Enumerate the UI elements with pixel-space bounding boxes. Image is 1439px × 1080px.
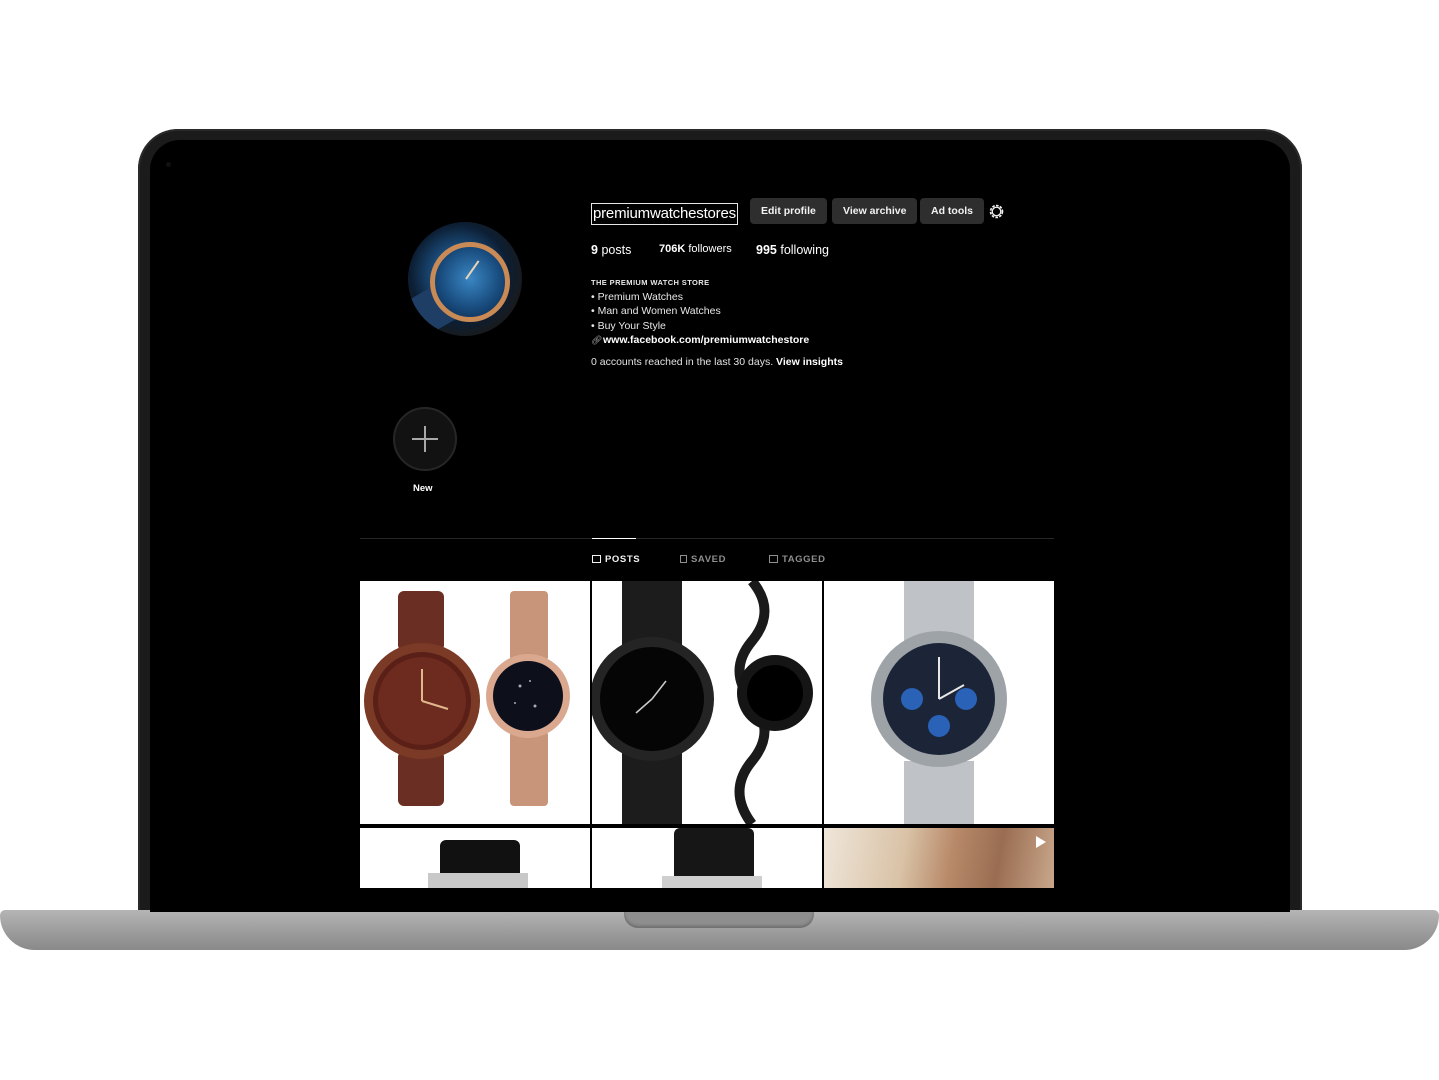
- bio-link[interactable]: www.facebook.com/premiumwatchestore: [603, 334, 809, 346]
- post-image-partial-watch: [428, 840, 528, 888]
- tab-saved[interactable]: SAVED: [680, 554, 726, 565]
- ad-tools-button[interactable]: Ad tools: [920, 198, 984, 224]
- insights-row: 0 accounts reached in the last 30 days. …: [591, 356, 843, 368]
- edit-profile-button[interactable]: Edit profile: [750, 198, 827, 224]
- post-thumbnail-reel[interactable]: [824, 828, 1054, 888]
- bio-line-1: • Premium Watches: [591, 291, 683, 304]
- post-image-chronograph: [871, 581, 1007, 824]
- tab-posts[interactable]: POSTS: [592, 554, 640, 565]
- post-thumbnail[interactable]: [360, 581, 590, 824]
- tab-tagged[interactable]: TAGGED: [769, 554, 826, 565]
- bio-line-2: • Man and Women Watches: [591, 305, 721, 318]
- stage: premiumwatchestores Edit profile View ar…: [0, 0, 1439, 1080]
- bio-line-3: • Buy Your Style: [591, 319, 666, 332]
- tag-icon: [769, 555, 778, 563]
- settings-gear-icon[interactable]: [988, 203, 1005, 220]
- post-thumbnail[interactable]: [592, 828, 822, 888]
- post-image-watch-pair: [364, 591, 570, 806]
- grid-icon: [592, 555, 601, 563]
- username: premiumwatchestores: [591, 203, 738, 225]
- camera-dot: [166, 162, 171, 167]
- profile-bio: The Premium Watch Store • Premium Watche…: [591, 276, 809, 347]
- insights-text: 0 accounts reached in the last 30 days.: [591, 356, 774, 368]
- posts-count: 9: [591, 243, 598, 257]
- posts-label: posts: [601, 243, 632, 257]
- tab-posts-label: POSTS: [605, 554, 641, 565]
- view-insights-link[interactable]: View insights: [776, 356, 843, 368]
- profile-avatar[interactable]: [408, 222, 522, 336]
- following-count: 995: [756, 243, 777, 257]
- tab-tagged-label: TAGGED: [782, 554, 826, 565]
- following-label: following: [780, 243, 829, 257]
- post-image-partial-watch: [662, 828, 762, 888]
- active-tab-indicator: [592, 538, 636, 539]
- post-thumbnail[interactable]: [824, 581, 1054, 824]
- followers-stat[interactable]: 706K followers: [659, 243, 732, 255]
- plus-icon-vertical: [424, 426, 426, 452]
- new-highlight-button[interactable]: [393, 407, 457, 471]
- tabs-divider: [360, 538, 1054, 539]
- view-archive-button[interactable]: View archive: [832, 198, 918, 224]
- followers-count: 706K: [659, 243, 686, 255]
- reel-play-icon: [1036, 836, 1046, 848]
- new-highlight-label: New: [413, 483, 433, 494]
- followers-label: followers: [688, 243, 732, 255]
- avatar-watch-case: [430, 242, 510, 322]
- tab-saved-label: SAVED: [691, 554, 727, 565]
- bio-link-row[interactable]: 🔗︎www.facebook.com/premiumwatchestore: [591, 333, 809, 347]
- laptop-notch: [624, 910, 814, 928]
- post-image-black-watches: [592, 581, 813, 824]
- link-icon: 🔗︎: [591, 334, 603, 345]
- laptop-screen: premiumwatchestores Edit profile View ar…: [150, 140, 1290, 912]
- bookmark-icon: [680, 555, 687, 563]
- post-thumbnail[interactable]: [592, 581, 822, 824]
- posts-stat[interactable]: 9 posts: [591, 243, 631, 257]
- bio-title: The Premium Watch Store: [591, 278, 710, 287]
- post-thumbnail[interactable]: [360, 828, 590, 888]
- following-stat[interactable]: 995 following: [756, 243, 829, 257]
